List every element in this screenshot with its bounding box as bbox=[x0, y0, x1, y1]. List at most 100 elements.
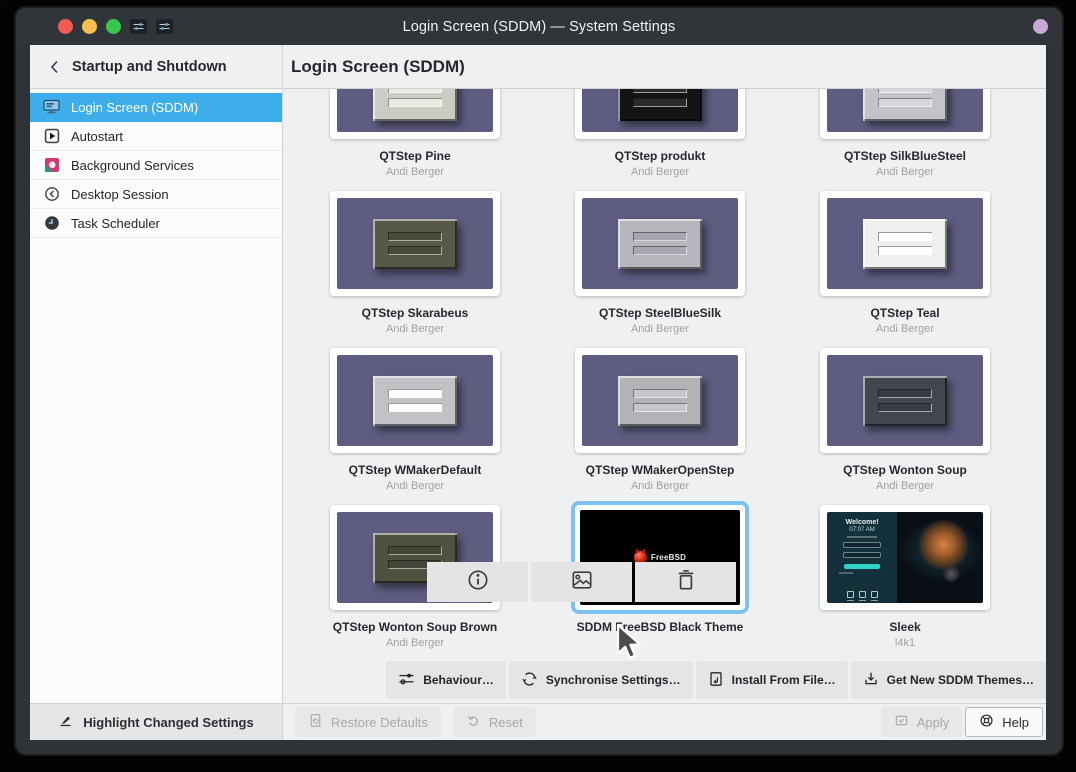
restore-defaults-button[interactable]: Restore Defaults bbox=[295, 707, 441, 737]
system-settings-window: Login Screen (SDDM) — System Settings St… bbox=[16, 8, 1062, 754]
theme-grid-scrollarea[interactable]: QTStep PineAndi BergerQTStep produktAndi… bbox=[283, 89, 1046, 703]
install-icon bbox=[708, 671, 724, 690]
qtstep-dialog-box bbox=[373, 219, 457, 269]
theme-preview bbox=[827, 355, 983, 446]
reset-label: Reset bbox=[489, 715, 523, 730]
theme-card-qtstep-wmakerdefault[interactable] bbox=[330, 348, 500, 453]
theme-author: Andi Berger bbox=[386, 637, 444, 649]
sleek-planet-art bbox=[897, 512, 983, 603]
clock-icon bbox=[43, 215, 60, 232]
back-button[interactable]: Startup and Shutdown bbox=[30, 45, 282, 89]
window-title: Login Screen (SDDM) — System Settings bbox=[16, 19, 1062, 35]
qtstep-field-bar bbox=[633, 232, 687, 241]
sidebar-list: Login Screen (SDDM) Autostart Background S… bbox=[30, 89, 282, 238]
theme-preview bbox=[582, 355, 738, 446]
highlight-changed-settings-button[interactable]: Highlight Changed Settings bbox=[30, 703, 282, 740]
qtstep-field-bar bbox=[388, 546, 442, 555]
theme-card-sleek[interactable]: Welcome!07:07 AM bbox=[820, 505, 990, 610]
content-pane: Login Screen (SDDM) QTStep Pine Andi Berg… bbox=[283, 45, 1046, 740]
help-label: Help bbox=[1002, 715, 1029, 730]
action-button-label: Behaviour… bbox=[423, 673, 494, 687]
monitor-icon bbox=[43, 99, 60, 116]
apply-button[interactable]: Apply bbox=[881, 707, 963, 737]
reset-button[interactable]: Reset bbox=[453, 707, 536, 737]
theme-card-qtstep-produkt[interactable] bbox=[575, 89, 745, 139]
page-header: Login Screen (SDDM) bbox=[283, 45, 1046, 89]
sidebar-item-label: Login Screen (SDDM) bbox=[71, 100, 198, 115]
theme-card-qtstep-pine[interactable] bbox=[330, 89, 500, 139]
theme-cell: Welcome!07:07 AMSleekl4k1 bbox=[820, 505, 990, 652]
theme-name: QTStep produkt bbox=[615, 149, 706, 163]
theme-preview bbox=[582, 89, 738, 132]
page-title: Login Screen (SDDM) bbox=[291, 57, 465, 77]
main-area: Startup and Shutdown Login Screen (SDDM)… bbox=[30, 45, 1046, 740]
theme-cell: QTStep Teal Andi Berger bbox=[820, 191, 990, 338]
theme-name: QTStep Wonton Soup Brown bbox=[333, 620, 497, 634]
theme-name: QTStep Wonton Soup bbox=[843, 463, 967, 477]
apply-icon bbox=[894, 713, 909, 731]
sleek-password-field bbox=[843, 552, 881, 558]
install-from-file-button[interactable]: Install From File… bbox=[696, 661, 848, 699]
theme-card-qtstep-steelbluesilk[interactable] bbox=[575, 191, 745, 296]
sleek-username-field bbox=[843, 542, 881, 548]
theme-cell: QTStep SteelBlueSilkAndi Berger bbox=[575, 191, 745, 338]
qtstep-field-bar bbox=[633, 403, 687, 412]
theme-preview bbox=[827, 198, 983, 289]
theme-preview bbox=[337, 89, 493, 132]
undo-icon bbox=[466, 713, 481, 731]
theme-author: l4k1 bbox=[895, 637, 915, 649]
qtstep-field-bar bbox=[388, 389, 442, 398]
sidebar-item-login-screen-sddm-[interactable]: Login Screen (SDDM) bbox=[30, 93, 282, 122]
info-icon bbox=[466, 568, 490, 597]
sleek-login-panel: Welcome!07:07 AM bbox=[827, 512, 897, 603]
get-new-sddm-themes-button[interactable]: Get New SDDM Themes… bbox=[851, 661, 1046, 699]
qtstep-field-bar bbox=[633, 389, 687, 398]
theme-name: QTStep WMakerOpenStep bbox=[586, 463, 735, 477]
sidebar-item-label: Task Scheduler bbox=[71, 216, 160, 231]
services-icon bbox=[43, 157, 60, 174]
sleek-time-text: 07:07 AM bbox=[849, 527, 874, 533]
theme-card-qtstep-skarabeus[interactable] bbox=[330, 191, 500, 296]
sidebar-item-background-services[interactable]: Background Services bbox=[30, 151, 282, 180]
qtstep-field-bar bbox=[388, 98, 442, 107]
theme-cell: QTStep SilkBlueSteelAndi Berger bbox=[820, 89, 990, 181]
theme-name: SDDM FreeBSD Black Theme bbox=[577, 620, 744, 634]
synchronise-settings-button[interactable]: Synchronise Settings… bbox=[509, 661, 693, 699]
sidebar-item-label: Background Services bbox=[71, 158, 194, 173]
theme-name: QTStep SteelBlueSilk bbox=[599, 306, 721, 320]
trash-button[interactable] bbox=[635, 562, 736, 602]
sidebar-item-task-scheduler[interactable]: Task Scheduler bbox=[30, 209, 282, 238]
sidebar-item-desktop-session[interactable]: Desktop Session bbox=[30, 180, 282, 209]
help-button[interactable]: Help bbox=[965, 707, 1043, 737]
qtstep-field-bar bbox=[633, 89, 687, 93]
theme-name: QTStep Skarabeus bbox=[362, 306, 469, 320]
qtstep-field-bar bbox=[633, 98, 687, 107]
theme-author: Andi Berger bbox=[876, 166, 934, 178]
highlighter-icon bbox=[58, 713, 73, 731]
sleek-welcome-text: Welcome! bbox=[846, 519, 879, 526]
autostart-icon bbox=[43, 128, 60, 145]
theme-preview bbox=[337, 198, 493, 289]
sleek-subtext bbox=[847, 536, 877, 538]
theme-card-qtstep-wonton-soup[interactable] bbox=[820, 348, 990, 453]
behaviour-button[interactable]: Behaviour… bbox=[386, 661, 506, 699]
theme-card-qtstep-teal[interactable] bbox=[820, 191, 990, 296]
theme-name: QTStep WMakerDefault bbox=[349, 463, 482, 477]
action-button-label: Install From File… bbox=[732, 673, 836, 687]
theme-cell: QTStep produktAndi Berger bbox=[575, 89, 745, 181]
theme-card-qtstep-wmakeropenstep[interactable] bbox=[575, 348, 745, 453]
action-buttons-row: Behaviour… Synchronise Settings… Install F… bbox=[283, 661, 1046, 699]
sync-icon bbox=[521, 671, 538, 690]
theme-card-qtstep-silkbluesteel[interactable] bbox=[820, 89, 990, 139]
theme-author: Andi Berger bbox=[876, 323, 934, 335]
theme-name: QTStep Teal bbox=[870, 306, 939, 320]
sidebar-item-autostart[interactable]: Autostart bbox=[30, 122, 282, 151]
sleek-session-icon bbox=[871, 591, 878, 598]
sleek-session-icon bbox=[859, 591, 866, 598]
info-button[interactable] bbox=[427, 562, 528, 602]
image-button[interactable] bbox=[531, 562, 632, 602]
theme-name: QTStep Pine bbox=[379, 149, 450, 163]
titlebar: Login Screen (SDDM) — System Settings bbox=[16, 8, 1062, 45]
qtstep-dialog-box bbox=[373, 376, 457, 426]
sleek-session-icons bbox=[847, 591, 878, 598]
